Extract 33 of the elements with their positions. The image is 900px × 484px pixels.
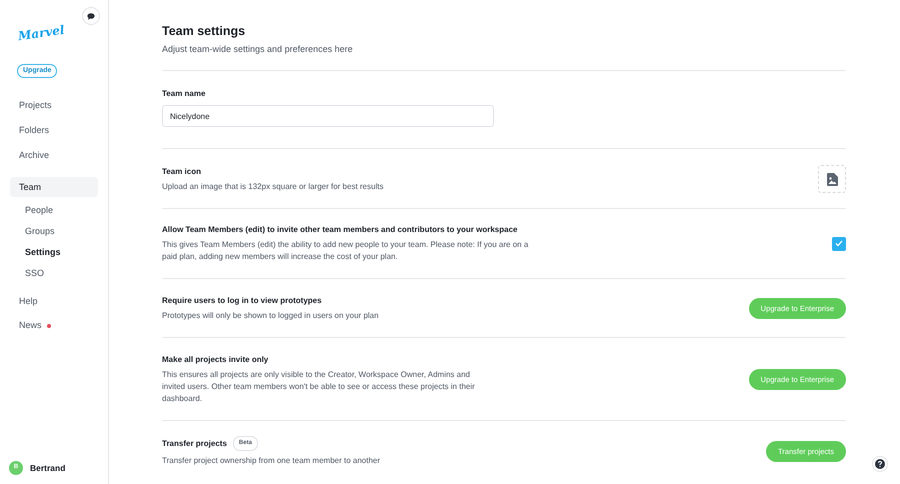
help-icon: [875, 459, 885, 469]
setting-description: Transfer project ownership from one team member to another: [162, 455, 380, 468]
setting-description: Prototypes will only be shown to logged in users on your plan: [162, 310, 379, 322]
setting-description: This ensures all projects are only visible to the Creator, Workspace Owner, Admins and invited users. Other team members won't be able to see or access these projects in their dashboard.: [162, 369, 476, 406]
page-title: Team settings: [162, 24, 246, 39]
sidebar-item[interactable]: News: [10, 315, 98, 336]
setting-title: Allow Team Members (edit) to invite other team members and contributors to your workspace: [162, 224, 518, 236]
chat-button[interactable]: [82, 7, 100, 25]
sidebar-subitem[interactable]: Settings: [10, 242, 98, 262]
user-name: Bertrand: [30, 462, 66, 474]
setting-title: Team icon: [162, 166, 201, 177]
checkbox[interactable]: [832, 236, 846, 251]
setting-description: This gives Team Members (edit) the ability to add new people to your team. Please note: If you are on a paid plan, adding new members will increase the cost of your plan.: [162, 239, 530, 264]
sidebar-item[interactable]: Folders: [10, 120, 98, 141]
sidebar-item[interactable]: Team: [10, 176, 98, 198]
sidebar-subitem[interactable]: People: [10, 201, 98, 220]
setting-title: Require users to log in to view prototypes: [162, 295, 322, 306]
setting-title: Transfer projects: [162, 438, 227, 450]
checkmark-icon: [835, 240, 843, 248]
help-button[interactable]: [872, 456, 888, 472]
chat-bubble-icon: [87, 12, 95, 20]
sidebar-item[interactable]: Help: [10, 290, 98, 312]
field-label: Team name: [162, 88, 206, 99]
sidebar-item[interactable]: Archive: [10, 144, 98, 166]
team-name-input[interactable]: Nicelydone: [162, 105, 494, 128]
sidebar-subitem[interactable]: Groups: [10, 222, 98, 241]
setting-title: Make all projects invite only: [162, 354, 268, 366]
sidebar-subitem[interactable]: SSO: [10, 264, 98, 283]
image-upload-button[interactable]: [818, 165, 846, 194]
setting-description: Upload an image that is 132px square or larger for best results: [162, 180, 384, 193]
image-icon: [826, 172, 838, 186]
page-subtitle: Adjust team-wide settings and preferences here: [162, 44, 354, 55]
sidebar-item[interactable]: Projects: [10, 95, 98, 116]
